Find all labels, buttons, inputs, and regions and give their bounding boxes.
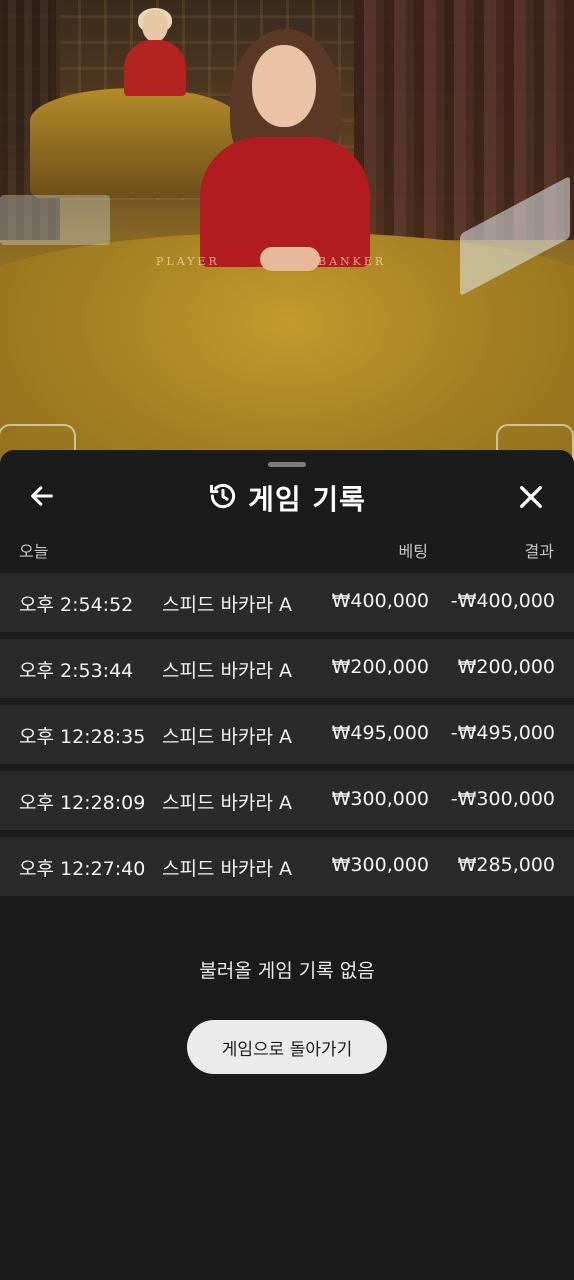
- discard-tray: [0, 195, 110, 245]
- arrow-left-icon: [28, 482, 56, 514]
- game-history-sheet: 게임 기록 오늘 베팅 결과 오후 2:54:52 스피드 바카라 A ₩400: [0, 450, 574, 1280]
- column-date: 오늘: [19, 542, 49, 561]
- title-group: 게임 기록: [0, 472, 574, 524]
- history-row[interactable]: 오후 12:28:09 스피드 바카라 A ₩300,000 -₩300,000: [0, 771, 574, 830]
- return-to-game-button[interactable]: 게임으로 돌아가기: [187, 1020, 387, 1074]
- page-title: 게임 기록: [248, 483, 366, 516]
- back-button[interactable]: [22, 478, 62, 518]
- row-bet: ₩300,000: [331, 854, 429, 876]
- history-icon: [208, 481, 238, 515]
- row-bet: ₩200,000: [331, 656, 429, 678]
- row-result: -₩300,000: [450, 788, 555, 810]
- close-button[interactable]: [510, 478, 552, 520]
- history-row[interactable]: 오후 2:54:52 스피드 바카라 A ₩400,000 -₩400,000: [0, 573, 574, 632]
- column-result: 결과: [524, 542, 554, 561]
- history-row[interactable]: 오후 12:28:35 스피드 바카라 A ₩495,000 -₩495,000: [0, 705, 574, 764]
- row-time: 오후 2:53:44: [19, 660, 134, 682]
- row-time: 오후 12:27:40: [19, 858, 146, 880]
- table-label-player: PLAYER: [156, 255, 220, 268]
- column-bet: 베팅: [398, 542, 428, 561]
- drag-handle[interactable]: [268, 462, 306, 467]
- row-time: 오후 12:28:35: [19, 726, 146, 748]
- row-result: ₩285,000: [457, 854, 555, 876]
- history-row[interactable]: 오후 12:27:40 스피드 바카라 A ₩300,000 ₩285,000: [0, 837, 574, 896]
- background-dealer: [120, 8, 190, 96]
- row-game: 스피드 바카라 A: [162, 792, 292, 814]
- column-header: 오늘 베팅 결과: [0, 538, 574, 564]
- row-result: -₩400,000: [450, 590, 555, 612]
- history-row[interactable]: 오후 2:53:44 스피드 바카라 A ₩200,000 ₩200,000: [0, 639, 574, 698]
- live-video-stream: PLAYER BANKER: [0, 0, 574, 470]
- row-result: ₩200,000: [457, 656, 555, 678]
- no-more-history-message: 불러올 게임 기록 없음: [199, 960, 375, 982]
- close-icon: [517, 483, 545, 515]
- row-time: 오후 2:54:52: [19, 594, 134, 616]
- row-game: 스피드 바카라 A: [162, 660, 292, 682]
- table-label-banker: BANKER: [318, 255, 387, 268]
- dealer: [200, 25, 370, 271]
- row-game: 스피드 바카라 A: [162, 726, 292, 748]
- row-time: 오후 12:28:09: [19, 792, 146, 814]
- row-game: 스피드 바카라 A: [162, 594, 292, 616]
- row-result: -₩495,000: [450, 722, 555, 744]
- sheet-header: 게임 기록: [0, 472, 574, 524]
- row-bet: ₩300,000: [331, 788, 429, 810]
- row-bet: ₩495,000: [331, 722, 429, 744]
- history-list: 오후 2:54:52 스피드 바카라 A ₩400,000 -₩400,000 …: [0, 573, 574, 903]
- row-game: 스피드 바카라 A: [162, 858, 292, 880]
- row-bet: ₩400,000: [331, 590, 429, 612]
